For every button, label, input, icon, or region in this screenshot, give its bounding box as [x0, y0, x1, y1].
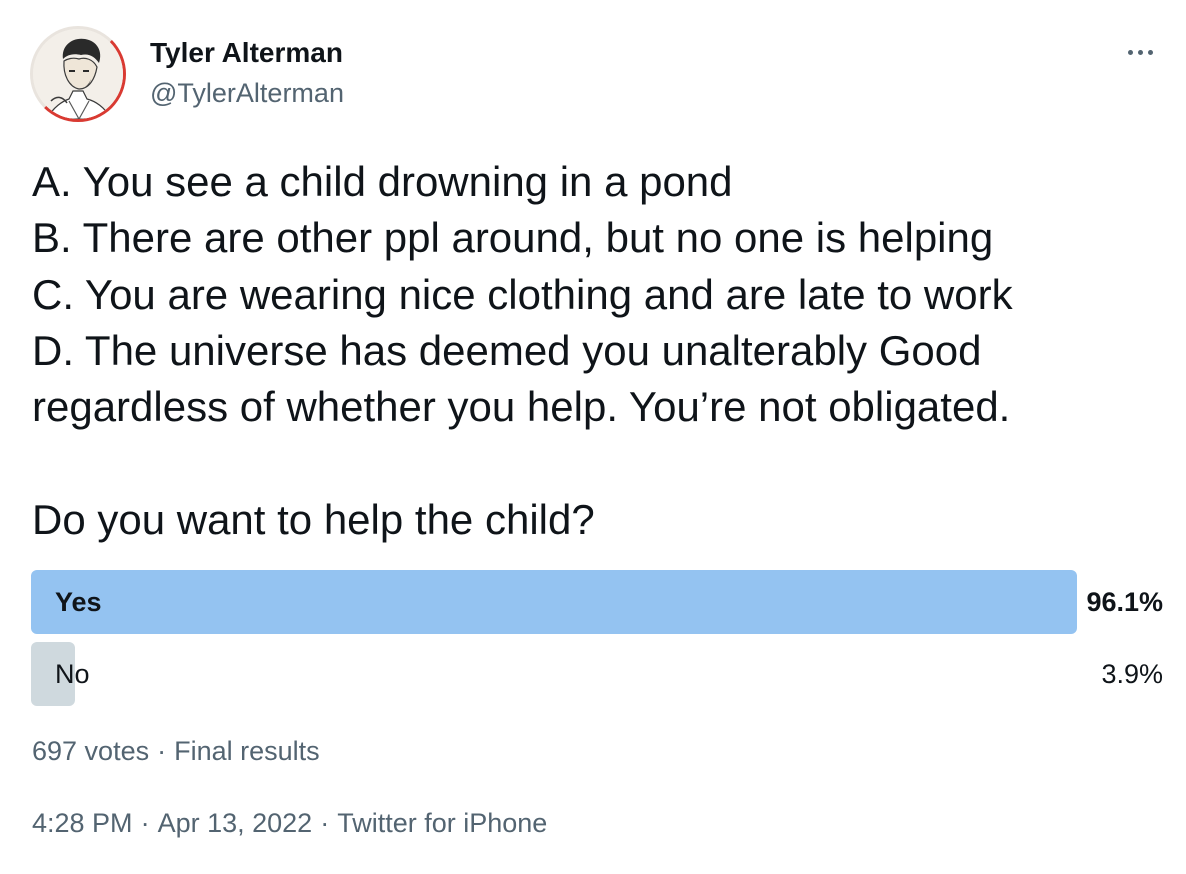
- poll-option-no: No 3.9%: [31, 642, 1163, 706]
- poll-question: Do you want to help the child?: [32, 496, 595, 543]
- tweet: Tyler Alterman @TylerAlterman A. You see…: [0, 0, 1186, 874]
- tweet-text-line: A. You see a child drowning in a pond: [32, 158, 733, 205]
- poll-vote-count: 697 votes: [32, 736, 150, 766]
- poll-status: Final results: [174, 736, 320, 766]
- tweet-text-line: D. The universe has deemed you unalterab…: [32, 326, 982, 374]
- more-options-button[interactable]: [1118, 34, 1162, 70]
- tweet-text-line: B. There are other ppl around, but no on…: [32, 214, 994, 262]
- more-horizontal-icon: [1127, 49, 1153, 55]
- poll-option-yes: Yes 96.1%: [31, 570, 1163, 634]
- sketch-portrait-avatar-icon: [33, 29, 123, 119]
- tweet-text-line: regardless of whether you help. You’re n…: [32, 383, 1011, 431]
- poll-option-percent: 3.9%: [1101, 659, 1163, 689]
- avatar[interactable]: [30, 26, 126, 122]
- tweet-metadata: 4:28 PM · Apr 13, 2022 · Twitter for iPhone: [32, 808, 548, 838]
- tweet-source[interactable]: Twitter for iPhone: [337, 808, 547, 838]
- poll-option-percent: 96.1%: [1086, 587, 1163, 617]
- tweet-text: A. You see a child drowning in a pond B.…: [32, 154, 1162, 435]
- poll-result-bar: [31, 570, 1077, 634]
- poll-option-label: Yes: [55, 587, 102, 617]
- author-name[interactable]: Tyler Alterman: [150, 36, 343, 70]
- poll-option-label: No: [55, 659, 90, 689]
- tweet-date[interactable]: Apr 13, 2022: [158, 808, 313, 838]
- tweet-time[interactable]: 4:28 PM: [32, 808, 133, 838]
- tweet-text-line: C. You are wearing nice clothing and are…: [32, 270, 1013, 318]
- poll-summary: 697 votes · Final results: [32, 736, 320, 766]
- author-handle[interactable]: @TylerAlterman: [150, 76, 344, 110]
